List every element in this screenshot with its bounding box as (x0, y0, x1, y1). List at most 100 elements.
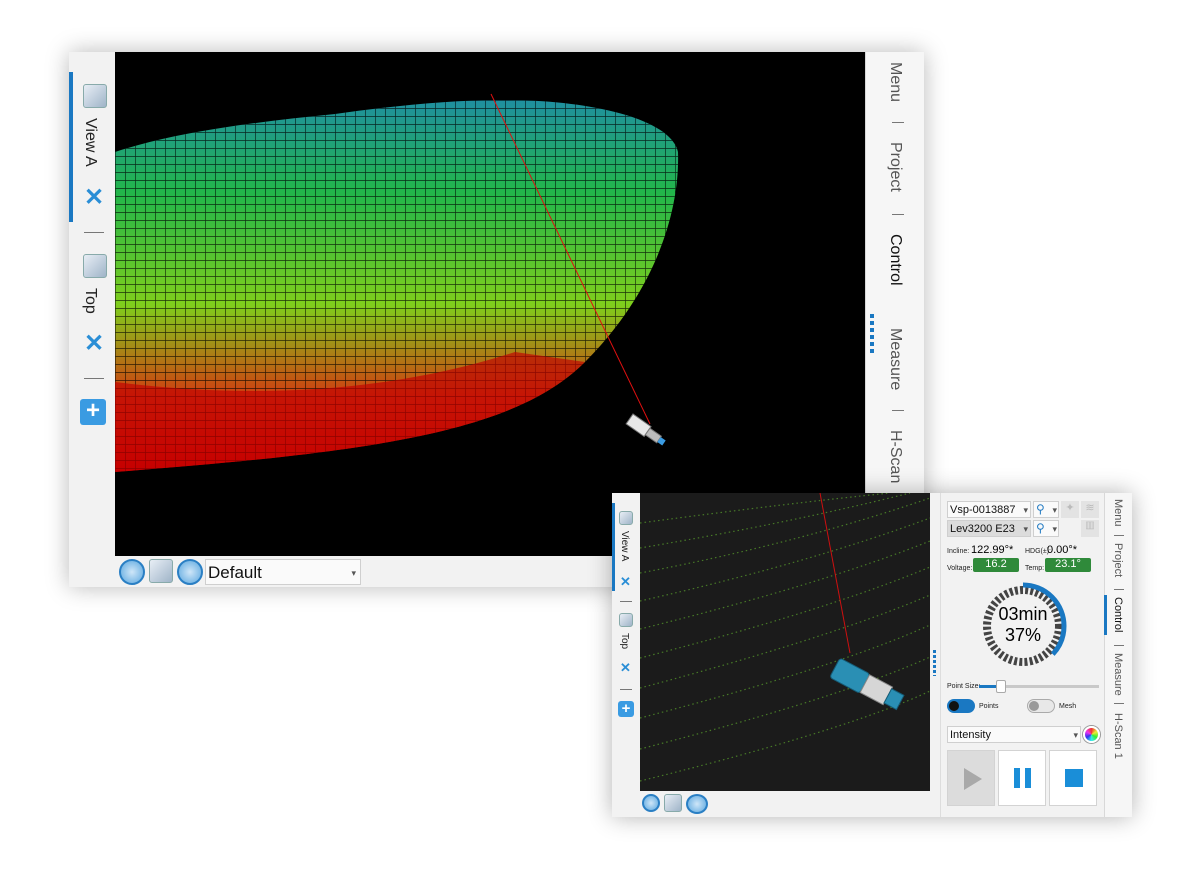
compass-icon[interactable] (119, 559, 145, 585)
view-cube-icon[interactable] (83, 84, 107, 108)
view-cube-icon[interactable] (619, 613, 633, 627)
view-preset-value: Default (208, 563, 262, 582)
pause-button[interactable] (998, 750, 1046, 806)
tab-menu[interactable]: Menu (1112, 499, 1124, 527)
wireframe-scan (115, 93, 679, 473)
chevron-down-icon: ▾ (1073, 730, 1078, 740)
close-icon[interactable]: ✕ (84, 186, 104, 210)
tab-view-a[interactable]: View A (81, 118, 99, 167)
orbit-icon[interactable] (177, 559, 203, 585)
point-cloud-arcs (640, 493, 930, 782)
add-view-button[interactable]: + (80, 399, 106, 425)
right-nav-tabs: Menu Project Control Measure H-Scan 1 (1104, 493, 1132, 817)
search-model-button[interactable]: ⚲ ▾ (1033, 520, 1059, 537)
voltage-label: Voltage: (947, 565, 973, 572)
tab-h-scan[interactable]: H-Scan (886, 430, 904, 483)
wifi-icon[interactable]: ≋ (1081, 501, 1099, 518)
view-cube-icon[interactable] (83, 254, 107, 278)
color-mode-value: Intensity (950, 729, 991, 741)
search-icon: ⚲ (1036, 521, 1045, 535)
chevron-down-icon: ▾ (1023, 524, 1028, 534)
close-icon[interactable]: ✕ (620, 575, 631, 588)
chevron-down-icon: ▾ (1052, 524, 1057, 534)
add-view-button[interactable]: + (618, 701, 634, 717)
tab-measure[interactable]: Measure (886, 328, 904, 390)
chevron-down-icon: ▾ (1052, 505, 1057, 515)
toggle-knob (949, 701, 959, 711)
view-cube-icon[interactable] (619, 511, 633, 525)
toggle-knob (1029, 701, 1039, 711)
point-cloud (640, 493, 930, 782)
view-cube-icon[interactable] (149, 559, 173, 583)
voltage-value: 16.2 (973, 558, 1019, 572)
device-serial-value: Vsp-0013887 (950, 504, 1016, 516)
panel-splitter[interactable] (930, 493, 940, 817)
viewport-toolbar (640, 791, 930, 817)
compass-icon[interactable] (642, 794, 660, 812)
control-window: View A ✕ Top ✕ + Vsp-0013887 ▾ ⚲ ▾ ✦ ≋ L… (612, 493, 1132, 817)
scanner-device (625, 413, 666, 446)
tab-control[interactable]: Control (1112, 597, 1124, 632)
tab-project[interactable]: Project (1112, 543, 1124, 577)
separator (892, 214, 904, 215)
point-size-label: Point Size: (947, 683, 981, 690)
slider-thumb[interactable] (995, 680, 1006, 693)
stop-icon (1065, 769, 1083, 787)
separator (84, 378, 104, 379)
device-info-icon[interactable]: ▥ (1081, 520, 1099, 537)
view-tabs-panel: View A ✕ Top ✕ + (69, 52, 115, 587)
view-preset-select[interactable]: Default ▾ (205, 559, 361, 585)
active-tab-indicator (1104, 595, 1107, 635)
progress-percent: 37% (1004, 625, 1042, 645)
point-size-slider[interactable] (979, 680, 1099, 693)
orbit-icon[interactable] (686, 794, 708, 814)
hdg-value: 0.00°* (1047, 544, 1078, 556)
progress-time: 03min (998, 604, 1048, 624)
tab-measure[interactable]: Measure (1112, 653, 1124, 696)
separator (892, 410, 904, 411)
device-model-value: Lev3200 E23 (950, 523, 1015, 535)
color-wheel-icon[interactable] (1083, 726, 1100, 743)
points-toggle[interactable] (947, 699, 975, 713)
connect-icon[interactable]: ✦ (1061, 501, 1079, 518)
tab-top[interactable]: Top (619, 633, 630, 649)
tab-h-scan[interactable]: H-Scan 1 (1112, 713, 1124, 759)
color-mode-select[interactable]: Intensity ▾ (947, 726, 1081, 743)
play-button[interactable] (947, 750, 995, 806)
active-tab-indicator (612, 503, 615, 591)
control-panel: Vsp-0013887 ▾ ⚲ ▾ ✦ ≋ Lev3200 E23 ▾ ⚲ ▾ … (940, 493, 1104, 817)
separator (1114, 589, 1124, 590)
search-icon: ⚲ (1036, 502, 1045, 516)
points-label: Points (979, 703, 999, 710)
separator (1114, 703, 1124, 704)
mesh-toggle[interactable] (1027, 699, 1055, 713)
separator (1114, 535, 1124, 536)
3d-viewport[interactable] (115, 52, 865, 556)
incline-label: Incline: (947, 548, 970, 555)
device-serial-select[interactable]: Vsp-0013887 ▾ (947, 501, 1031, 518)
splitter-handle[interactable] (870, 314, 874, 354)
separator (1114, 645, 1124, 646)
pause-icon (1014, 768, 1020, 788)
active-tab-indicator (69, 72, 73, 222)
chevron-down-icon: ▾ (1023, 505, 1028, 515)
tab-project[interactable]: Project (886, 142, 904, 192)
device-model-select[interactable]: Lev3200 E23 ▾ (947, 520, 1031, 537)
separator (892, 122, 904, 123)
temp-label: Temp: (1025, 565, 1045, 572)
laser-beam (819, 493, 851, 654)
stop-button[interactable] (1049, 750, 1097, 806)
close-icon[interactable]: ✕ (84, 332, 104, 356)
close-icon[interactable]: ✕ (620, 661, 631, 674)
tab-top[interactable]: Top (81, 288, 99, 314)
search-device-button[interactable]: ⚲ ▾ (1033, 501, 1059, 518)
view-cube-icon[interactable] (664, 794, 682, 812)
3d-viewport[interactable] (640, 493, 930, 791)
mesh-label: Mesh (1059, 703, 1077, 710)
tab-view-a[interactable]: View A (619, 531, 630, 561)
tab-control[interactable]: Control (886, 234, 904, 286)
play-icon (964, 768, 982, 790)
tab-menu[interactable]: Menu (886, 62, 904, 102)
separator (620, 689, 632, 690)
splitter-handle[interactable] (933, 650, 936, 676)
